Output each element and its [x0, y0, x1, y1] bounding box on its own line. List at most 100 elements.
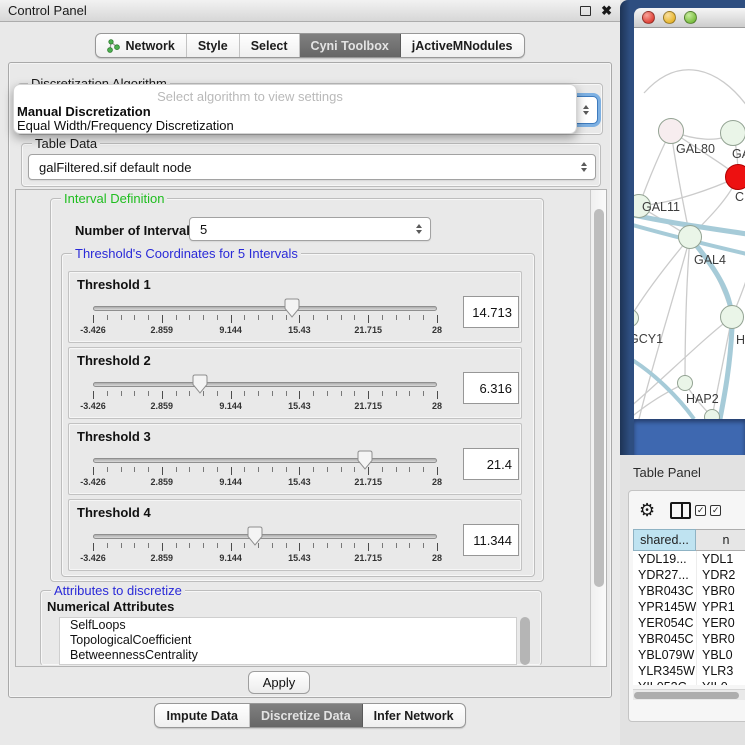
threshold-slider[interactable]: -3.4262.8599.14415.4321.71528 — [93, 374, 437, 416]
tick-mark — [313, 543, 314, 548]
tick-mark — [327, 543, 328, 548]
threshold-value-field[interactable]: 14.713 — [463, 296, 519, 328]
cell-shared-name[interactable]: YPR145W — [633, 599, 697, 615]
slider-track[interactable] — [93, 306, 437, 311]
table-horizontal-scrollbar[interactable] — [633, 689, 745, 700]
tab-cyni-toolbox[interactable]: Cyni Toolbox — [300, 34, 401, 57]
close-window-icon[interactable] — [642, 11, 655, 24]
table-hscrollbar-thumb[interactable] — [634, 692, 739, 699]
close-panel-icon[interactable]: ✖ — [601, 6, 612, 16]
table-data-combobox[interactable]: galFiltered.sif default node — [28, 154, 596, 180]
tick-mark — [203, 467, 204, 472]
tick-label: 2.859 — [151, 553, 174, 563]
tab-select[interactable]: Select — [240, 34, 300, 57]
tick-mark — [244, 315, 245, 320]
split-columns-icon[interactable] — [670, 502, 691, 519]
tab-network[interactable]: Network — [96, 34, 186, 57]
cell-shared-name[interactable]: YIL052C — [633, 679, 697, 685]
table-row[interactable]: YDR27...YDR2 — [633, 567, 745, 583]
threshold-slider[interactable]: -3.4262.8599.14415.4321.71528 — [93, 450, 437, 492]
node-label: H — [736, 333, 745, 347]
cell-shared-name[interactable]: YDL19... — [633, 551, 697, 567]
tick-mark — [313, 391, 314, 396]
slider-ticks — [93, 543, 437, 552]
network-node-gal80[interactable] — [658, 118, 684, 144]
cell-name[interactable]: YDR2 — [697, 567, 745, 583]
cell-shared-name[interactable]: YBR043C — [633, 583, 697, 599]
tick-mark — [258, 391, 259, 396]
table-row[interactable]: YER054CYER0 — [633, 615, 745, 631]
cell-shared-name[interactable]: YER054C — [633, 615, 697, 631]
threshold-slider[interactable]: -3.4262.8599.14415.4321.71528 — [93, 526, 437, 568]
cell-name[interactable]: YBR0 — [697, 631, 745, 647]
apply-button[interactable]: Apply — [248, 671, 310, 694]
slider-track[interactable] — [93, 534, 437, 539]
popup-item-equal-width-frequency[interactable]: Equal Width/Frequency Discretization — [17, 118, 234, 133]
table-row[interactable]: YBR045CYBR0 — [633, 631, 745, 647]
table-row[interactable]: YLR345WYLR3 — [633, 663, 745, 679]
tick-mark — [121, 467, 122, 472]
column-header-name[interactable]: n — [696, 529, 745, 551]
bottom-tab-impute-data[interactable]: Impute Data — [155, 704, 250, 727]
settings-scrollbar-thumb[interactable] — [594, 209, 604, 587]
minimize-window-icon[interactable] — [663, 11, 676, 24]
network-node[interactable] — [704, 409, 720, 419]
cell-name[interactable]: YLR3 — [697, 663, 745, 679]
network-canvas[interactable]: GAL80GACGAL11GAL4GCY1HHAP2 — [634, 28, 745, 419]
slider-track[interactable] — [93, 382, 437, 387]
table-row[interactable]: YPR145WYPR1 — [633, 599, 745, 615]
tick-mark — [313, 315, 314, 320]
network-node-c[interactable] — [725, 164, 745, 190]
zoom-window-icon[interactable] — [684, 11, 697, 24]
attribute-item[interactable]: TopologicalCoefficient — [60, 633, 516, 648]
network-node-hap2[interactable] — [677, 375, 693, 391]
column-header-shared-name[interactable]: shared... — [633, 529, 696, 551]
threshold-slider[interactable]: -3.4262.8599.14415.4321.71528 — [93, 298, 437, 340]
float-panel-icon[interactable] — [580, 6, 591, 16]
gear-icon[interactable]: ⚙ — [639, 501, 655, 519]
cell-name[interactable]: YER0 — [697, 615, 745, 631]
network-window-titlebar[interactable] — [634, 8, 745, 28]
attributes-scrollbar-thumb[interactable] — [520, 617, 530, 665]
cell-shared-name[interactable]: YLR345W — [633, 663, 697, 679]
select-all-checkbox-icon[interactable]: ✓ — [710, 505, 721, 516]
attributes-title: Attributes to discretize — [51, 583, 185, 598]
cell-name[interactable]: YIL0 — [697, 679, 745, 685]
cell-name[interactable]: YDL1 — [697, 551, 745, 567]
cell-name[interactable]: YBR0 — [697, 583, 745, 599]
tab-style[interactable]: Style — [187, 34, 240, 57]
attributes-list-scrollbar[interactable] — [520, 617, 530, 665]
popup-item-manual-discretization[interactable]: Manual Discretization — [17, 104, 151, 119]
cell-name[interactable]: YBL0 — [697, 647, 745, 663]
table-panel-title: Table Panel — [633, 465, 701, 480]
tick-mark — [382, 315, 383, 320]
tick-mark — [272, 391, 273, 396]
network-node-gal4[interactable] — [678, 225, 702, 249]
tick-mark — [409, 543, 410, 548]
table-row[interactable]: YDL19...YDL1 — [633, 551, 745, 567]
table-row[interactable]: YIL052CYIL0 — [633, 679, 745, 685]
cell-shared-name[interactable]: YDR27... — [633, 567, 697, 583]
attribute-item[interactable]: BetweennessCentrality — [60, 648, 516, 663]
number-of-intervals-combobox[interactable]: 5 — [189, 217, 431, 241]
threshold-value-field[interactable]: 11.344 — [463, 524, 519, 556]
tick-mark — [107, 543, 108, 548]
cell-shared-name[interactable]: YBR045C — [633, 631, 697, 647]
bottom-tab-infer-network[interactable]: Infer Network — [363, 704, 465, 727]
table-row[interactable]: YBL079WYBL0 — [633, 647, 745, 663]
cell-shared-name[interactable]: YBL079W — [633, 647, 697, 663]
numerical-attributes-list[interactable]: SelfLoopsTopologicalCoefficientBetweenne… — [59, 617, 517, 665]
tab-jactivemnodules[interactable]: jActiveMNodules — [401, 34, 524, 57]
algorithm-popup-hint: Select algorithm to view settings — [14, 89, 576, 104]
network-node-h[interactable] — [720, 305, 744, 329]
table-row[interactable]: YBR043CYBR0 — [633, 583, 745, 599]
slider-track[interactable] — [93, 458, 437, 463]
threshold-value-field[interactable]: 21.4 — [463, 448, 519, 480]
threshold-value-field[interactable]: 6.316 — [463, 372, 519, 404]
network-node-ga[interactable] — [720, 120, 745, 146]
cell-name[interactable]: YPR1 — [697, 599, 745, 615]
select-columns-checkbox-icon[interactable]: ✓ — [695, 505, 706, 516]
attribute-item[interactable]: SelfLoops — [60, 618, 516, 633]
bottom-tab-discretize-data[interactable]: Discretize Data — [250, 704, 363, 727]
settings-vertical-scrollbar[interactable] — [590, 190, 606, 666]
